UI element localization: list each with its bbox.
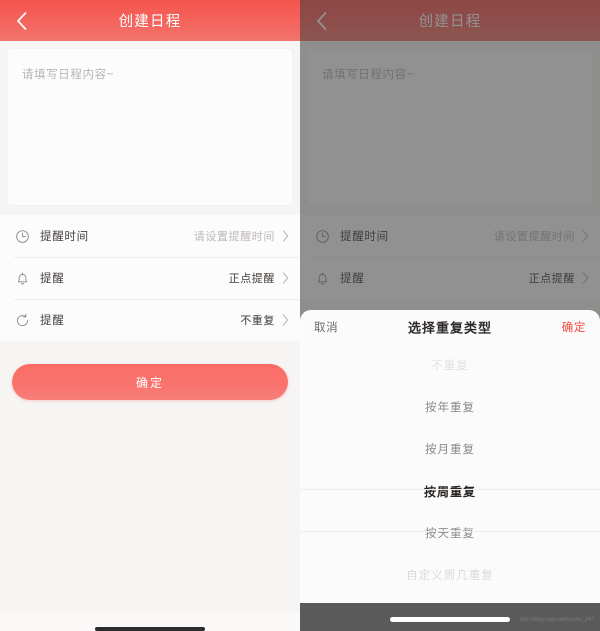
sheet-title: 选择重复类型 <box>407 320 493 336</box>
picker-option-weekly[interactable]: 按周重复 <box>300 470 600 512</box>
screenshot-root: 创建日程 请填写日程内容~ 提醒时间 请设置提醒时间 提醒 正点提醒 提醒 不重… <box>0 0 600 631</box>
nav-bar-right: 创建日程 <box>300 0 600 41</box>
picker-option-daily[interactable]: 按天重复 <box>300 512 600 554</box>
back-button[interactable] <box>308 8 334 34</box>
watermark-text: http://blog.csdn.net/huchu_247 <box>519 617 594 623</box>
row-reminder-time[interactable]: 提醒时间 请设置提醒时间 <box>300 215 600 257</box>
row-value: 请设置提醒时间 <box>493 231 575 243</box>
back-button[interactable] <box>8 8 34 34</box>
schedule-note-field[interactable]: 请填写日程内容~ <box>8 49 292 205</box>
row-reminder-type[interactable]: 提醒 正点提醒 <box>300 257 600 299</box>
row-repeat-type[interactable]: 提醒 不重复 <box>0 299 300 341</box>
home-indicator[interactable] <box>95 627 205 631</box>
chevron-left-icon <box>315 11 328 31</box>
row-label: 提醒时间 <box>40 231 89 243</box>
row-label: 提醒时间 <box>340 231 389 243</box>
clock-icon <box>14 228 31 245</box>
row-reminder-type[interactable]: 提醒 正点提醒 <box>0 257 300 299</box>
home-indicator[interactable] <box>390 617 510 622</box>
row-label: 提醒 <box>40 273 65 285</box>
row-label: 提醒 <box>340 273 365 285</box>
chevron-left-icon <box>15 11 28 31</box>
bell-icon <box>14 270 31 287</box>
home-indicator-bar-left <box>0 613 300 631</box>
home-indicator-bar-right: http://blog.csdn.net/huchu_247 <box>300 603 600 631</box>
submit-button-container: 确定 <box>0 341 300 400</box>
content-area-left: 请填写日程内容~ 提醒时间 请设置提醒时间 提醒 正点提醒 提醒 不重复 确定 <box>0 49 300 631</box>
repeat-type-picker[interactable]: 不重复 按年重复 按月重复 按周重复 按天重复 自定义周几重复 <box>300 344 600 603</box>
sheet-confirm-button[interactable]: 确定 <box>562 319 586 335</box>
row-value: 正点提醒 <box>528 273 575 285</box>
settings-list: 提醒时间 请设置提醒时间 <box>0 215 300 341</box>
chevron-right-icon <box>282 314 289 326</box>
schedule-note-placeholder: 请填写日程内容~ <box>322 69 415 81</box>
row-value: 不重复 <box>240 315 275 327</box>
chevron-right-icon <box>582 230 589 242</box>
chevron-right-icon <box>282 230 289 242</box>
chevron-right-icon <box>582 272 589 284</box>
confirm-button[interactable]: 确定 <box>12 364 288 400</box>
page-title: 创建日程 <box>118 14 182 30</box>
row-value: 正点提醒 <box>228 273 275 285</box>
row-reminder-time[interactable]: 提醒时间 请设置提醒时间 <box>0 215 300 257</box>
row-label: 提醒 <box>40 315 65 327</box>
schedule-note-field[interactable]: 请填写日程内容~ <box>308 49 592 205</box>
settings-list: 提醒时间 请设置提醒时间 <box>300 215 600 299</box>
phone-screen-right: 创建日程 请填写日程内容~ 提醒时间 请设置提醒时间 提醒 正点提醒 取消 选择… <box>300 0 600 631</box>
picker-option-custom-weekdays[interactable]: 自定义周几重复 <box>300 554 600 596</box>
page-title: 创建日程 <box>418 14 482 30</box>
repeat-type-action-sheet: 取消 选择重复类型 确定 不重复 按年重复 按月重复 按周重复 按天重复 自定义… <box>300 310 600 603</box>
phone-screen-left: 创建日程 请填写日程内容~ 提醒时间 请设置提醒时间 提醒 正点提醒 提醒 不重… <box>0 0 300 631</box>
sheet-cancel-button[interactable]: 取消 <box>314 319 338 335</box>
picker-option-yearly[interactable]: 按年重复 <box>300 386 600 428</box>
picker-option-monthly[interactable]: 按月重复 <box>300 428 600 470</box>
nav-bar-left: 创建日程 <box>0 0 300 41</box>
clock-icon <box>314 228 331 245</box>
chevron-right-icon <box>282 272 289 284</box>
repeat-icon <box>14 312 31 329</box>
schedule-note-placeholder: 请填写日程内容~ <box>22 69 115 81</box>
action-sheet-header: 取消 选择重复类型 确定 <box>300 310 600 344</box>
row-value: 请设置提醒时间 <box>193 231 275 243</box>
picker-option-no-repeat[interactable]: 不重复 <box>300 344 600 386</box>
bell-icon <box>314 270 331 287</box>
